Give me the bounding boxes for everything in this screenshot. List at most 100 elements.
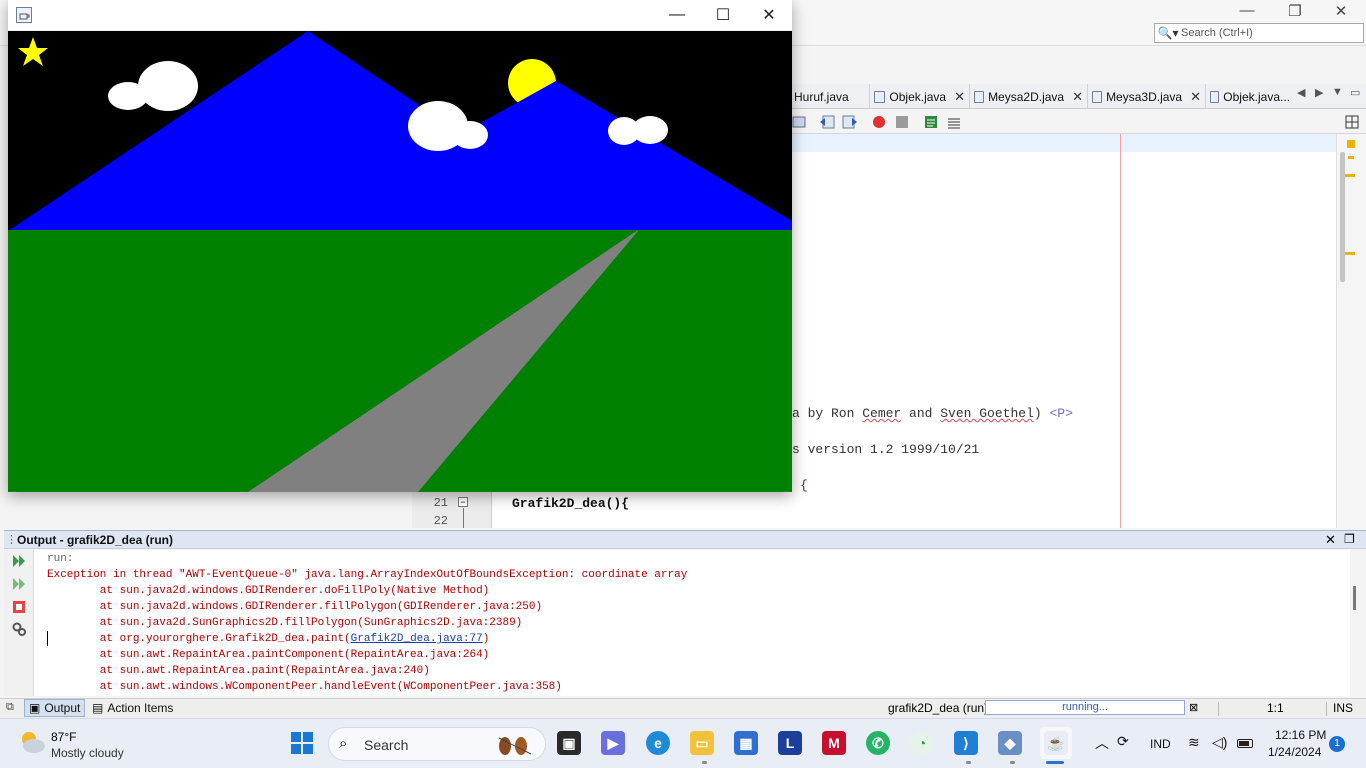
clock-time[interactable]: 12:16 PM: [1275, 728, 1326, 742]
vscode-icon[interactable]: ⟩: [954, 731, 978, 755]
weather-temperature[interactable]: 87°F: [51, 730, 76, 744]
tab-action-items[interactable]: ▤ Action Items: [88, 699, 177, 717]
taskbar-search-box[interactable]: ⌕ Search: [328, 727, 546, 761]
close-icon[interactable]: ✕: [1190, 89, 1201, 105]
ide-search-box[interactable]: 🔍▾ Search (Ctrl+I): [1154, 23, 1364, 43]
tab-label: Objek.java...: [1223, 89, 1290, 104]
rerun-with-args-icon[interactable]: [12, 577, 26, 591]
output-line: at sun.java2d.windows.GDIRenderer.fillPo…: [47, 601, 543, 613]
code-line-brace: {: [800, 478, 808, 493]
warning-mark[interactable]: [1348, 156, 1354, 159]
cancel-task-icon[interactable]: ⊠: [1189, 701, 1198, 714]
output-panel-title: Output - grafik2D_dea (run): [17, 533, 174, 547]
tab-output[interactable]: ▣ Output: [24, 699, 86, 717]
comment-icon[interactable]: [922, 113, 940, 131]
maximize-window-icon[interactable]: ▭: [1350, 86, 1360, 99]
l-app-icon[interactable]: L: [778, 731, 802, 755]
app-minimize-button[interactable]: —: [654, 0, 700, 30]
mcafee-icon[interactable]: M: [822, 731, 846, 755]
output-line: at sun.awt.windows.WComponentPeer.handle…: [47, 681, 562, 693]
drag-handle-icon[interactable]: ⋮: [6, 533, 17, 546]
output-line: run:: [47, 553, 74, 565]
code-line-authors: a by Ron Cemer and Sven Goethel) <P>: [792, 406, 1073, 421]
tab-label: Huruf.java: [794, 89, 849, 104]
settings-icon[interactable]: [12, 622, 26, 636]
tab-meysa2d-java[interactable]: Meysa2D.java ✕: [970, 84, 1088, 109]
tabs-scroll-left-icon[interactable]: ◀: [1297, 86, 1305, 99]
record-macro-icon[interactable]: [870, 113, 888, 131]
find-icon[interactable]: [791, 113, 809, 131]
java-app-taskbar-icon[interactable]: ☕: [1044, 731, 1068, 755]
editor-error-stripe[interactable]: [1336, 134, 1366, 528]
input-language[interactable]: IND: [1150, 737, 1171, 751]
shift-right-icon[interactable]: [841, 113, 859, 131]
tabs-dropdown-icon[interactable]: ▼: [1332, 86, 1343, 98]
editor-scrollbar-thumb[interactable]: [1340, 152, 1345, 282]
whatsapp-icon[interactable]: ✆: [866, 731, 890, 755]
output-scrollbar[interactable]: [1350, 550, 1364, 696]
search-highlight-violin-icon: [491, 734, 537, 759]
status-divider: [1326, 702, 1327, 716]
stop-macro-icon[interactable]: [893, 113, 911, 131]
microsoft-store-icon[interactable]: ▦: [734, 731, 758, 755]
file-explorer-icon[interactable]: ▭: [690, 731, 714, 755]
line-number: 22: [433, 514, 448, 528]
weather-cloud-icon[interactable]: [18, 730, 46, 757]
action-items-icon: ▤: [92, 701, 104, 715]
tab-objek-java[interactable]: Objek.java ✕: [870, 84, 970, 109]
tabs-scroll-right-icon[interactable]: ▶: [1315, 86, 1323, 99]
ide-restore-button[interactable]: ❐: [1272, 2, 1318, 22]
weather-description[interactable]: Mostly cloudy: [51, 746, 124, 760]
virtualbox-icon[interactable]: ◆: [998, 731, 1022, 755]
restore-panel-icon[interactable]: ⧉: [6, 701, 14, 714]
warning-mark[interactable]: [1345, 174, 1355, 177]
tab-label: Meysa3D.java: [1106, 89, 1183, 104]
windows-start-icon[interactable]: [290, 731, 314, 758]
warning-mark[interactable]: [1345, 252, 1355, 255]
java-file-icon: [874, 90, 886, 103]
line-number: 21: [433, 496, 448, 510]
rerun-icon[interactable]: [12, 554, 26, 568]
volume-icon[interactable]: ◁): [1212, 734, 1227, 751]
teams-meet-icon[interactable]: ▶: [601, 731, 625, 755]
shift-left-icon[interactable]: [818, 113, 836, 131]
output-scrollbar-thumb[interactable]: [1353, 586, 1356, 610]
caret-position: 1:1: [1267, 701, 1284, 715]
output-panel-header[interactable]: ⋮ Output - grafik2D_dea (run) ✕ ❐: [4, 530, 1366, 549]
clock-date[interactable]: 1/24/2024: [1268, 745, 1321, 759]
ide-minimize-button[interactable]: —: [1224, 2, 1270, 22]
insert-mode: INS: [1333, 701, 1354, 715]
code-fold-icon[interactable]: −: [458, 497, 468, 507]
split-editor-icon[interactable]: [1343, 113, 1361, 131]
battery-icon[interactable]: [1237, 739, 1253, 748]
search-icon: ⌕: [339, 735, 348, 752]
tab-meysa3d-java[interactable]: Meysa3D.java ✕: [1088, 84, 1206, 109]
run-progress-bar: running...: [985, 700, 1185, 715]
output-line: at sun.java2d.windows.GDIRenderer.doFill…: [47, 585, 490, 597]
show-hidden-icons-chevron-icon[interactable]: ︿: [1095, 733, 1109, 753]
ide-close-button[interactable]: ✕: [1318, 2, 1364, 22]
cloud: [452, 121, 488, 149]
tab-label: Objek.java: [889, 89, 947, 104]
stacktrace-source-link[interactable]: Grafik2D_dea.java:77: [351, 633, 483, 645]
app-maximize-button[interactable]: ☐: [700, 0, 746, 30]
close-icon[interactable]: ✕: [1325, 532, 1336, 548]
running-project-name: grafik2D_dea (run): [888, 701, 989, 715]
task-view-icon[interactable]: ▣: [557, 731, 581, 755]
wifi-icon[interactable]: ≋: [1188, 734, 1200, 751]
tab-huruf-java[interactable]: Huruf.java: [790, 84, 870, 109]
edge-browser-icon[interactable]: e: [646, 731, 670, 755]
app-close-button[interactable]: ✕: [746, 0, 792, 30]
output-line: Exception in thread "AWT-EventQueue-0" j…: [47, 569, 688, 581]
stop-icon[interactable]: [12, 600, 26, 614]
notification-badge[interactable]: 1: [1329, 736, 1345, 752]
sync-icon[interactable]: ⟳: [1117, 733, 1129, 750]
restore-window-icon[interactable]: ❐: [1344, 532, 1355, 546]
status-divider: [1218, 702, 1219, 716]
timer-app-icon[interactable]: ◔: [910, 731, 934, 755]
uncomment-icon[interactable]: [945, 113, 963, 131]
close-icon[interactable]: ✕: [954, 89, 965, 105]
close-icon[interactable]: ✕: [1072, 89, 1083, 105]
tab-objek-java-2[interactable]: Objek.java...: [1206, 84, 1294, 109]
cloud: [108, 82, 148, 110]
